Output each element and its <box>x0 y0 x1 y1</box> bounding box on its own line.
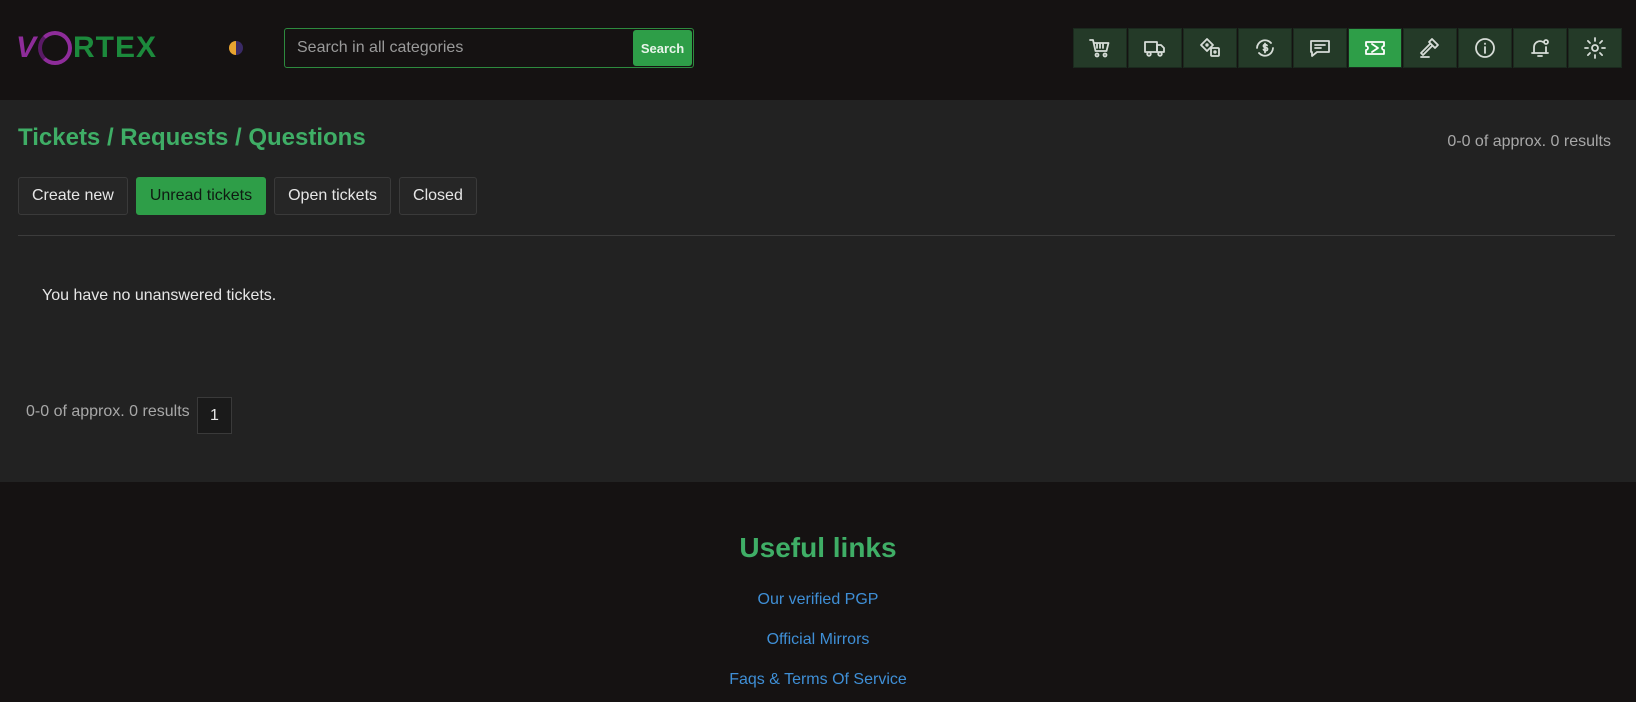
footer-link-faqs[interactable]: Faqs & Terms Of Service <box>0 671 1636 689</box>
notifications-button[interactable] <box>1513 28 1567 68</box>
chat-icon <box>1310 40 1330 57</box>
theme-toggle-icon[interactable] <box>229 41 243 55</box>
tab-create-new[interactable]: Create new <box>18 177 128 215</box>
results-count-top: 0-0 of approx. 0 results <box>1447 133 1611 150</box>
divider <box>18 235 1615 236</box>
results-count-bottom: 0-0 of approx. 0 results <box>26 403 190 420</box>
exchange-button[interactable] <box>1238 28 1292 68</box>
cart-button[interactable] <box>1073 28 1127 68</box>
logo-text: RTEX <box>73 31 158 64</box>
ticket-icon <box>1365 41 1385 55</box>
footer-title: Useful links <box>739 532 897 563</box>
tab-closed[interactable]: Closed <box>399 177 477 215</box>
truck-icon <box>1144 41 1165 57</box>
dice-button[interactable] <box>1183 28 1237 68</box>
messages-button[interactable] <box>1293 28 1347 68</box>
gear-icon <box>1584 37 1606 59</box>
dice-icon <box>1200 38 1220 57</box>
ticket-tabs: Create new Unread tickets Open tickets C… <box>18 177 485 215</box>
empty-state-message: You have no unanswered tickets. <box>42 287 277 304</box>
page-title: Tickets / Requests / Questions <box>18 124 366 151</box>
gavel-icon <box>1420 38 1439 58</box>
info-button[interactable] <box>1458 28 1512 68</box>
nav-icon-bar <box>1073 28 1623 68</box>
tab-open-tickets[interactable]: Open tickets <box>274 177 392 215</box>
footer-link-pgp[interactable]: Our verified PGP <box>0 591 1636 609</box>
orders-button[interactable] <box>1128 28 1182 68</box>
logo-letter-v: V <box>16 31 38 64</box>
footer: Useful links Our verified PGP Official M… <box>0 482 1636 702</box>
search-button[interactable]: Search <box>633 30 692 66</box>
main-content: Tickets / Requests / Questions 0-0 of ap… <box>0 100 1636 482</box>
pagination-page-1[interactable]: 1 <box>197 397 232 434</box>
header: V RTEX Search <box>0 0 1636 100</box>
footer-link-mirrors[interactable]: Official Mirrors <box>0 631 1636 649</box>
logo[interactable]: V RTEX <box>16 28 157 68</box>
search-bar: Search <box>284 28 694 68</box>
logo-swirl <box>38 31 73 65</box>
search-input[interactable] <box>285 29 635 67</box>
settings-button[interactable] <box>1568 28 1622 68</box>
bell-icon <box>1531 39 1549 57</box>
info-icon <box>1475 38 1495 58</box>
tab-unread-tickets[interactable]: Unread tickets <box>135 177 267 215</box>
tickets-button[interactable] <box>1348 28 1402 68</box>
cart-icon <box>1089 39 1110 58</box>
disputes-button[interactable] <box>1403 28 1457 68</box>
currency-exchange-icon <box>1256 39 1274 57</box>
